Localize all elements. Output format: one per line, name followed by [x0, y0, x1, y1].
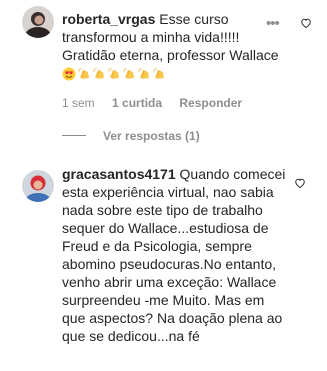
comment-item: roberta_vrgas Esse curso transformou a m… [0, 0, 327, 145]
clapping-hands-emoji [93, 68, 104, 79]
reply-button[interactable]: Responder [179, 96, 242, 110]
avatar-photo [22, 170, 54, 202]
heart-eyes-emoji [62, 67, 76, 81]
clapping-hands-emoji [78, 68, 89, 79]
view-replies-button[interactable]: Ver respostas (1) [103, 129, 200, 143]
comment-meta: 1 sem 1 curtida Responder [62, 96, 256, 110]
comment-username[interactable]: gracasantos4171 [62, 166, 176, 182]
comment-username[interactable]: roberta_vrgas [62, 11, 155, 27]
comment-body: gracasantos4171 Quando comecei esta expe… [62, 165, 290, 345]
clapping-hands-emoji [138, 68, 149, 79]
comment-timestamp: 1 sem [62, 96, 95, 110]
emoji-row [62, 67, 167, 85]
comment-text: Quando comecei esta experiência virtual,… [62, 166, 286, 344]
comment-body: roberta_vrgas Esse curso transformou a m… [62, 10, 290, 85]
avatar-photo [22, 6, 54, 38]
likes-count[interactable]: 1 curtida [112, 96, 162, 110]
avatar[interactable] [22, 170, 54, 202]
heart-outline-icon[interactable] [300, 17, 312, 29]
clapping-hands-emoji [153, 68, 164, 79]
clapping-hands-emoji [108, 68, 119, 79]
avatar[interactable] [22, 6, 54, 38]
clapping-hands-emoji [123, 68, 134, 79]
comment-item: gracasantos4171 Quando comecei esta expe… [0, 160, 327, 371]
more-options-icon[interactable]: ••• [266, 16, 280, 31]
heart-outline-icon[interactable] [294, 177, 306, 189]
divider [62, 135, 86, 136]
